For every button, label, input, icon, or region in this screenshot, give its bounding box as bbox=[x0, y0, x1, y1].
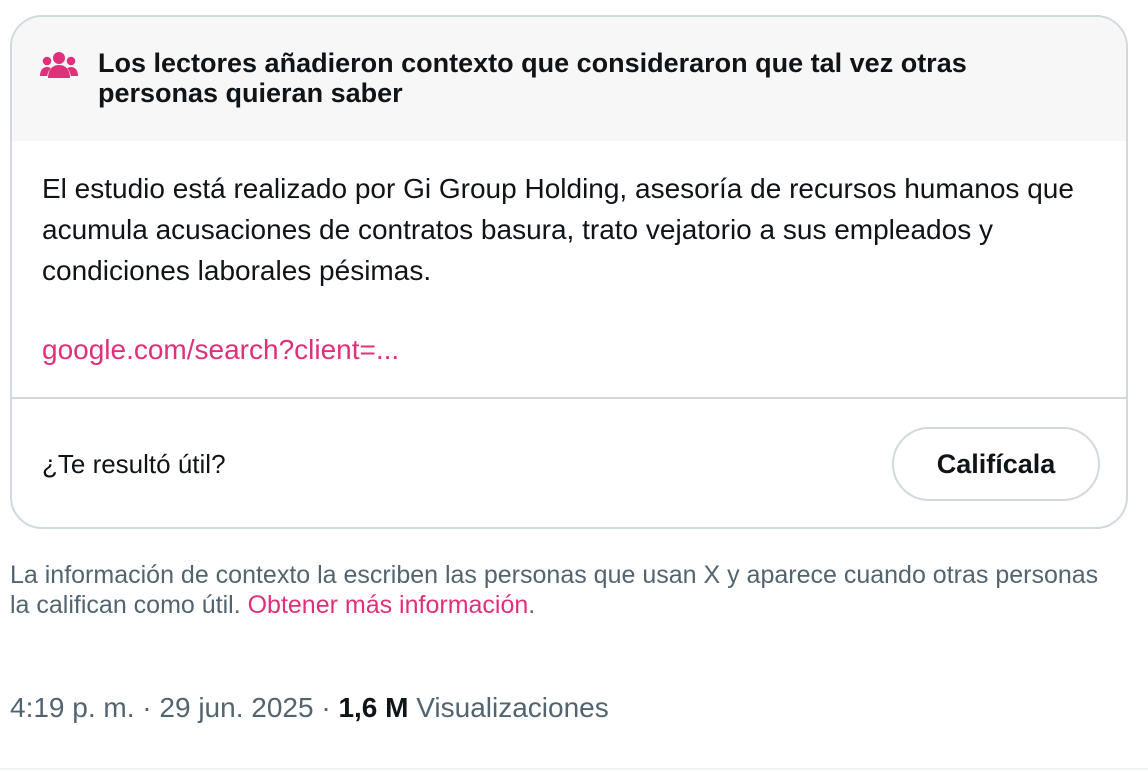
learn-more-link[interactable]: Obtener más información bbox=[248, 591, 529, 619]
views-label: Visualizaciones bbox=[416, 692, 609, 723]
community-note-source-link[interactable]: google.com/search?client=... bbox=[42, 330, 399, 370]
community-note-header: Los lectores añadieron contexto que cons… bbox=[12, 17, 1126, 141]
community-note-title: Los lectores añadieron contexto que cons… bbox=[98, 48, 967, 108]
community-notes-info: La información de contexto la escriben l… bbox=[10, 560, 1120, 620]
tweet-meta: 4:19 p. m. · 29 jun. 2025 · 1,6 M Visual… bbox=[10, 690, 609, 726]
section-divider bbox=[0, 768, 1148, 770]
tweet-detail-section: Los lectores añadieron contexto que cons… bbox=[0, 0, 1148, 772]
rate-note-button[interactable]: Califícala bbox=[892, 427, 1100, 501]
community-notes-info-suffix: . bbox=[528, 591, 536, 619]
views-count: 1,6 M bbox=[338, 692, 409, 723]
community-note-body: El estudio está realizado por Gi Group H… bbox=[42, 173, 1074, 286]
rating-question: ¿Te resultó útil? bbox=[42, 449, 226, 479]
community-note-card: Los lectores añadieron contexto que cons… bbox=[10, 15, 1128, 529]
tweet-date[interactable]: 29 jun. 2025 bbox=[159, 692, 313, 723]
people-icon bbox=[40, 50, 78, 80]
community-notes-info-text: La información de contexto la escriben l… bbox=[10, 561, 1099, 619]
meta-separator: · bbox=[134, 692, 160, 723]
meta-separator: · bbox=[313, 692, 339, 723]
community-note-divider bbox=[12, 397, 1126, 399]
tweet-time[interactable]: 4:19 p. m. bbox=[10, 692, 135, 723]
